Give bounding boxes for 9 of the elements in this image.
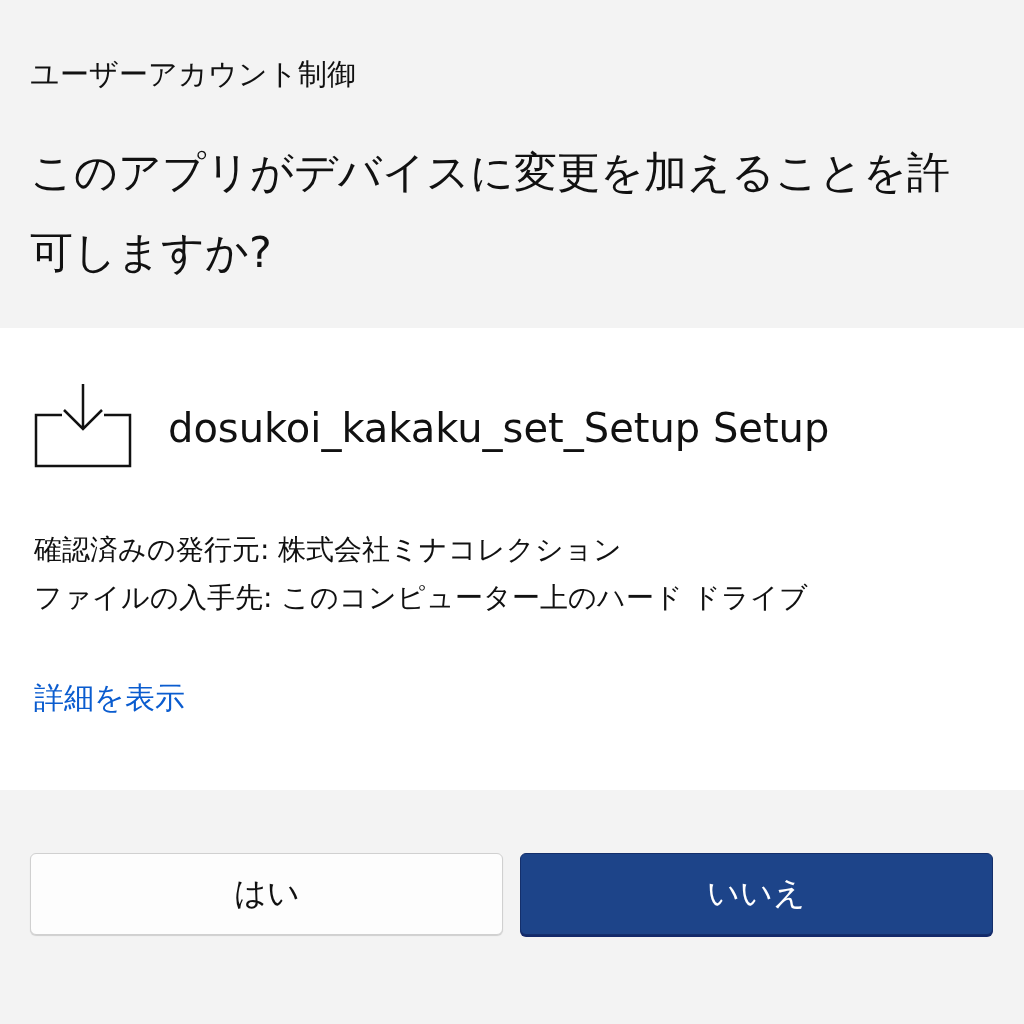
window-title: ユーザーアカウント制御 xyxy=(30,56,357,93)
detail-line: 確認済みの発行元: 株式会社ミナコレクション xyxy=(34,532,624,568)
detail-line: ファイルの入手先: このコンピューター上のハード ドライブ xyxy=(34,580,809,616)
prompt-heading: このアプリがデバイスに変更を加えることを許可しますか? xyxy=(30,146,951,279)
yes-button[interactable]: はい xyxy=(30,853,503,935)
show-details-link[interactable]: 詳細を表示 xyxy=(34,676,185,720)
download-tray-icon xyxy=(34,382,132,468)
no-button[interactable]: いいえ xyxy=(520,853,993,935)
app-name: dosukoi_kakaku_set_Setup Setup xyxy=(168,404,830,453)
